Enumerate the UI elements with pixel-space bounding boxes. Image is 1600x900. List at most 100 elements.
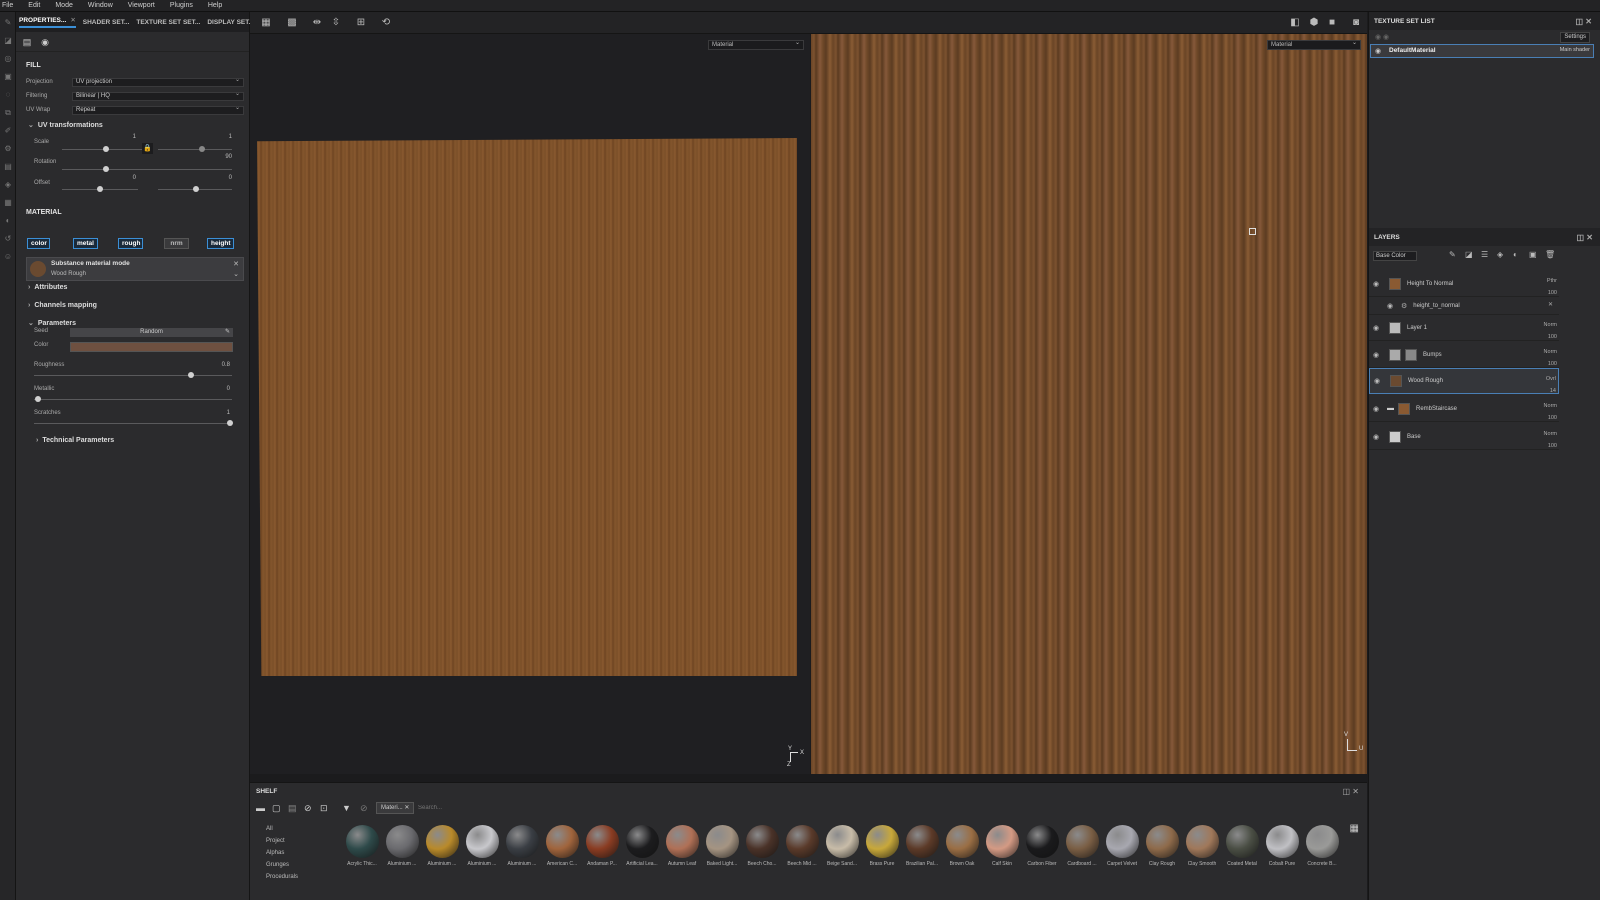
menu-window[interactable]: Window — [88, 2, 113, 9]
filter-icon[interactable]: ▼ — [342, 803, 351, 813]
eye-icon[interactable]: ◉ — [1373, 405, 1383, 413]
shelf-material-item[interactable]: Beech Mid ... — [782, 825, 822, 867]
offset-slider-knob-2[interactable] — [193, 186, 199, 192]
eye-icon[interactable]: ◉ — [1373, 280, 1383, 288]
shelf-material-item[interactable]: Acrylic Thic... — [342, 825, 382, 867]
eye-icon[interactable]: ◉ — [1375, 47, 1381, 55]
layer-layer-1[interactable]: ◉ Layer 1 Norm 100 — [1369, 315, 1559, 341]
hide-icon[interactable]: ⊘ — [304, 803, 312, 814]
paint-brush-icon[interactable]: ✎ — [3, 18, 13, 28]
menu-edit[interactable]: Edit — [28, 2, 40, 9]
symmetry-icon[interactable]: ⇹ — [311, 17, 323, 29]
picker-icon[interactable]: ✐ — [3, 126, 13, 136]
delete-icon[interactable]: 🗑 — [1545, 250, 1555, 259]
chevron-down-icon[interactable]: ⌄ — [233, 270, 239, 278]
shelf-material-item[interactable]: Clay Smooth — [1182, 825, 1222, 867]
shelf-material-item[interactable]: Cardboard ... — [1062, 825, 1102, 867]
layer-effect-height-to-normal[interactable]: ◉ ⚙ height_to_normal ✕ — [1369, 297, 1559, 315]
eye-icon[interactable]: ◉ — [1387, 302, 1397, 310]
tab-properties[interactable]: PROPERTIES... ✕ — [19, 16, 76, 28]
layer-folder-rembstaircase[interactable]: ◉ ▬ RembStaircase Norm 100 — [1369, 396, 1559, 422]
shelf-material-item[interactable]: Clay Rough — [1142, 825, 1182, 867]
layer-blend[interactable]: Ovrl 14 — [1546, 373, 1556, 397]
close-icon[interactable]: ✕ — [404, 805, 409, 811]
substance-material-box[interactable]: Substance material mode Wood Rough ✕ ⌄ — [26, 257, 244, 281]
close-icon[interactable]: ✕ — [70, 17, 75, 24]
layer-blend[interactable]: Norm 100 — [1544, 346, 1557, 370]
import-icon[interactable]: ▤ — [288, 803, 297, 814]
shelf-material-item[interactable]: Aluminium ... — [422, 825, 462, 867]
user-icon[interactable]: ☺ — [3, 252, 13, 262]
bake-icon[interactable]: ▤ — [3, 162, 13, 172]
filtering-select[interactable]: Bilinear | HQ — [72, 91, 244, 101]
scale-slider-knob[interactable] — [103, 146, 109, 152]
cube-icon[interactable]: ⬢ — [1308, 17, 1320, 29]
color-swatch[interactable] — [70, 342, 233, 352]
texture-set-row[interactable]: ◉ DefaultMaterial Main shader — [1370, 44, 1594, 58]
shelf-material-item[interactable]: Aluminium ... — [382, 825, 422, 867]
channel-height-button[interactable]: height — [207, 238, 234, 249]
shelf-material-item[interactable]: American C... — [542, 825, 582, 867]
scale-slider-knob-2[interactable] — [199, 146, 205, 152]
viewport-material-select[interactable]: Material — [708, 39, 804, 50]
channel-metal-button[interactable]: metal — [73, 238, 98, 249]
3d-viewport[interactable]: Material Y X Z — [250, 34, 810, 774]
properties-icon[interactable]: ▦ — [3, 198, 13, 208]
close-icon[interactable]: ✕ — [1548, 301, 1553, 308]
visibility-icon[interactable]: ◉ ◉ — [1375, 33, 1389, 41]
channel-select[interactable]: Base Color — [1373, 251, 1417, 261]
shelf-material-item[interactable]: Brazilian Pal... — [902, 825, 942, 867]
layer-blend[interactable]: Norm 100 — [1544, 428, 1557, 452]
eye-icon[interactable]: ◉ — [1374, 377, 1384, 385]
shelf-nav-grunges[interactable]: Grunges — [266, 859, 298, 871]
uv-transformations-toggle[interactable]: ⌄ UV transformations — [28, 121, 103, 129]
layer-wood-rough[interactable]: ◉ Wood Rough Ovrl 14 — [1369, 368, 1559, 394]
panel-controls-icon[interactable]: ◫ ✕ — [1343, 787, 1359, 796]
grid-view-icon[interactable]: ▦ — [260, 17, 272, 29]
grid-view-icon[interactable]: ▦ — [1350, 823, 1359, 834]
smudge-icon[interactable]: ◌ — [3, 90, 13, 100]
shelf-material-item[interactable]: Calf Skin — [982, 825, 1022, 867]
technical-parameters-toggle[interactable]: › Technical Parameters — [36, 437, 114, 444]
metallic-slider-track[interactable] — [34, 399, 232, 400]
layer-height-to-normal[interactable]: ◉ Height To Normal Pthr 100 — [1369, 271, 1559, 297]
shelf-material-item[interactable]: Aluminium ... — [502, 825, 542, 867]
shelf-search-input[interactable] — [418, 802, 618, 814]
close-icon[interactable]: ✕ — [233, 260, 239, 268]
add-effect-icon[interactable]: ✎ — [1449, 250, 1456, 259]
layer-base[interactable]: ◉ Base Norm 100 — [1369, 424, 1559, 450]
scratches-slider-knob[interactable] — [227, 420, 233, 426]
shelf-material-item[interactable]: Cobalt Pure — [1262, 825, 1302, 867]
parameters-toggle[interactable]: ⌄ Parameters — [28, 319, 76, 327]
lock-icon[interactable]: 🔒 — [142, 143, 153, 154]
shelf-material-item[interactable]: Carbon Fiber — [1022, 825, 1062, 867]
tab-texture-set-settings[interactable]: TEXTURE SET SET... — [136, 19, 200, 26]
seed-button[interactable]: Random ✎ — [70, 328, 233, 337]
history-icon[interactable]: ↺ — [3, 234, 13, 244]
layer-blend[interactable]: Norm 100 — [1544, 400, 1557, 424]
tab-shader-settings[interactable]: SHADER SET... — [83, 19, 130, 26]
menu-mode[interactable]: Mode — [55, 2, 73, 9]
channel-color-button[interactable]: color — [27, 238, 50, 249]
2d-viewport[interactable]: Material V U — [811, 34, 1367, 774]
shelf-material-item[interactable]: Brown Oak — [942, 825, 982, 867]
rotation-slider-knob[interactable] — [103, 166, 109, 172]
shelf-nav-alphas[interactable]: Alphas — [266, 847, 298, 859]
shelf-material-item[interactable]: Baked Light... — [702, 825, 742, 867]
reset-view-icon[interactable]: ⟲ — [380, 17, 392, 29]
eye-icon[interactable]: ◉ — [1373, 324, 1383, 332]
scale-slider-track[interactable] — [62, 149, 142, 150]
shelf-material-item[interactable]: Andaman P... — [582, 825, 622, 867]
split-icon[interactable]: ⇳ — [330, 17, 342, 29]
shelf-nav-procedurals[interactable]: Procedurals — [266, 871, 298, 883]
layer-bumps[interactable]: ◉ Bumps Norm 100 — [1369, 342, 1559, 368]
view-mode-icon[interactable]: ◧ — [1289, 17, 1301, 29]
panel-controls-icon[interactable]: ◫ ✕ — [1577, 233, 1593, 242]
shelf-material-item[interactable]: Coated Metal — [1222, 825, 1262, 867]
menu-plugins[interactable]: Plugins — [170, 2, 193, 9]
filter-tag[interactable]: Materi... ✕ — [376, 802, 415, 814]
geometry-icon[interactable]: ▣ — [3, 72, 13, 82]
add-mask-icon[interactable]: ◪ — [1465, 250, 1473, 259]
add-smart-material-icon[interactable]: ◐ — [1513, 250, 1518, 259]
eye-icon[interactable]: ◉ — [1373, 351, 1383, 359]
